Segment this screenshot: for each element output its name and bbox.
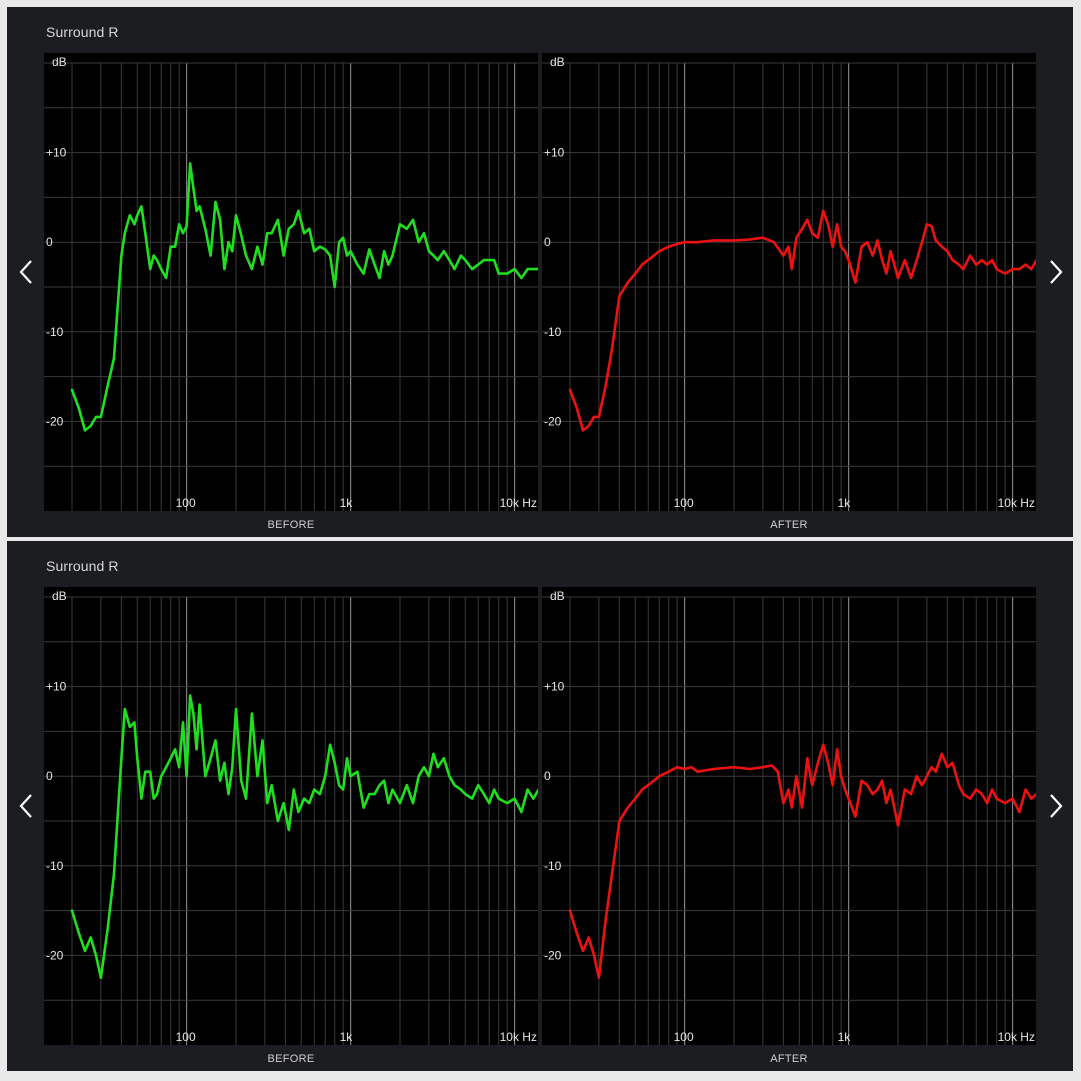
x-tick-label: 1k [838, 496, 852, 510]
panel-label-before: BEFORE [267, 1053, 315, 1065]
chart-panel-after: dB +10 0 -10 -20 100 1k 10k Hz [542, 53, 1036, 511]
frequency-response-chart: dB +10 0 -10 -20 100 1k 10k Hz [44, 589, 538, 1045]
chart-panel-before: dB +10 0 -10 -20 100 1k 10k Hz [44, 53, 538, 511]
x-tick-label: 100 [176, 1030, 196, 1044]
chevron-right-icon [1050, 794, 1063, 818]
y-tick-label: -20 [46, 414, 64, 428]
next-button[interactable] [1041, 7, 1071, 537]
y-tick-label: -20 [544, 414, 562, 428]
y-tick-label: -10 [544, 859, 562, 873]
prev-button[interactable] [11, 7, 41, 537]
x-tick-label: 10k Hz [500, 496, 537, 510]
frequency-response-chart: dB +10 0 -10 -20 100 1k 10k Hz [542, 589, 1036, 1045]
x-tick-label: 1k [340, 1030, 354, 1044]
chart-panel-before: dB +10 0 -10 -20 100 1k 10k Hz [44, 587, 538, 1045]
y-axis-unit: dB [550, 55, 565, 69]
y-axis-unit: dB [52, 55, 67, 69]
series-line [70, 694, 538, 980]
y-tick-label: +10 [46, 680, 67, 694]
grid [542, 62, 1036, 511]
y-tick-label: 0 [544, 235, 551, 249]
y-tick-label: -20 [544, 948, 562, 962]
x-tick-label: 1k [340, 496, 354, 510]
y-tick-label: 0 [46, 769, 53, 783]
next-button[interactable] [1041, 541, 1071, 1071]
panel-label-after: AFTER [770, 519, 808, 531]
y-tick-label: -10 [46, 325, 64, 339]
x-tick-label: 100 [176, 496, 196, 510]
screen-title: Surround R [46, 24, 119, 40]
chevron-left-icon [19, 794, 32, 818]
y-axis-unit: dB [52, 589, 67, 603]
x-tick-label: 10k Hz [998, 496, 1035, 510]
analyzer-screen-2: Surround R dB +10 0 -10 -20 100 1k 10k Hz BEFOR… [7, 541, 1073, 1071]
chart-panel-after: dB +10 0 -10 -20 100 1k 10k Hz [542, 587, 1036, 1045]
frequency-response-chart: dB +10 0 -10 -20 100 1k 10k Hz [44, 55, 538, 511]
y-tick-label: -20 [46, 948, 64, 962]
frequency-response-chart: dB +10 0 -10 -20 100 1k 10k Hz [542, 55, 1036, 511]
prev-button[interactable] [11, 541, 41, 1071]
panel-label-before: BEFORE [267, 519, 315, 531]
y-tick-label: +10 [544, 146, 565, 160]
series-line [568, 743, 1036, 980]
chevron-right-icon [1050, 260, 1063, 284]
x-tick-label: 10k Hz [998, 1030, 1035, 1044]
grid [542, 596, 1036, 1045]
y-tick-label: 0 [46, 235, 53, 249]
x-tick-label: 100 [674, 496, 694, 510]
y-axis-unit: dB [550, 589, 565, 603]
x-tick-label: 10k Hz [500, 1030, 537, 1044]
series-line [568, 209, 1036, 432]
x-tick-label: 100 [674, 1030, 694, 1044]
y-tick-label: 0 [544, 769, 551, 783]
y-tick-label: +10 [544, 680, 565, 694]
y-tick-label: +10 [46, 146, 67, 160]
screen-title: Surround R [46, 558, 119, 574]
analyzer-screen-1: Surround R dB +10 0 -10 -20 100 1k 10k Hz BEFOR… [7, 7, 1073, 537]
panel-label-after: AFTER [770, 1053, 808, 1065]
y-tick-label: -10 [46, 859, 64, 873]
series-line [70, 162, 538, 432]
x-tick-label: 1k [838, 1030, 852, 1044]
y-tick-label: -10 [544, 325, 562, 339]
chevron-left-icon [19, 260, 32, 284]
